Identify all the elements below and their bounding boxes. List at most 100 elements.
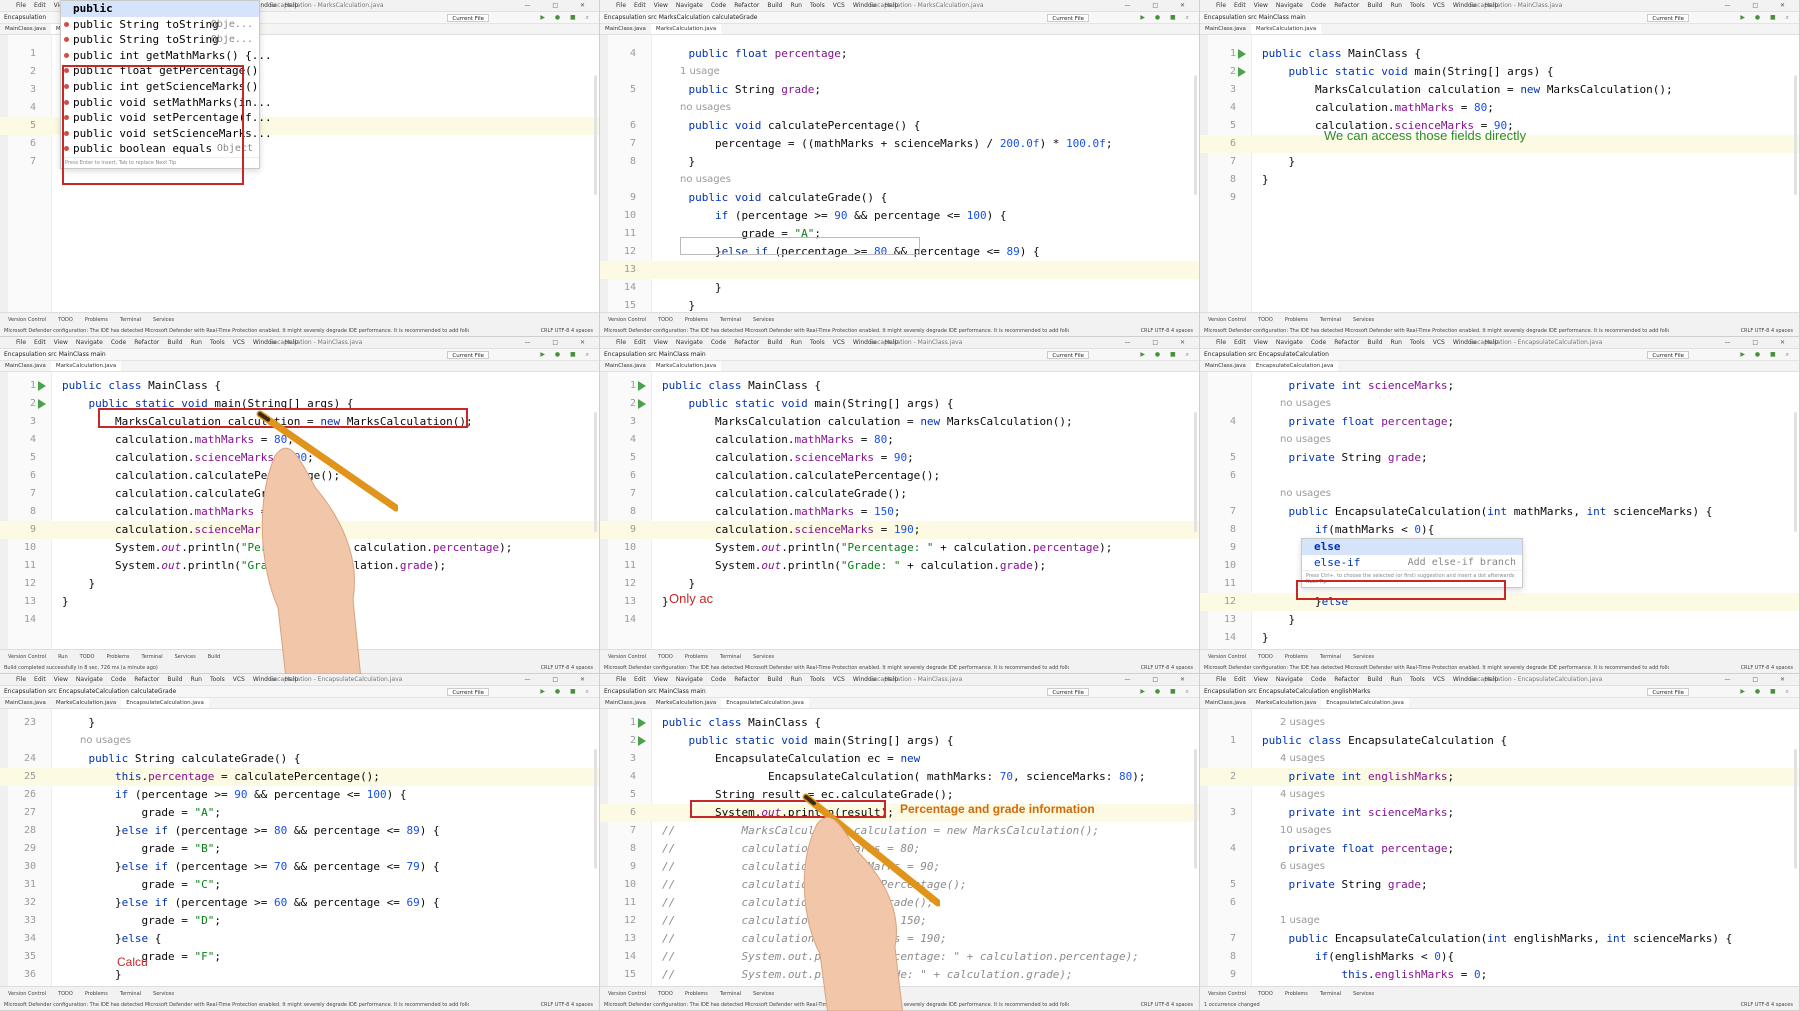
menu-item[interactable]: Build (1367, 2, 1382, 9)
run-gutter-icon[interactable] (638, 718, 646, 728)
tool-window-button[interactable]: TODO (1258, 991, 1273, 997)
editor-tab[interactable]: MarksCalculation.java (1251, 698, 1321, 708)
usage-hint[interactable]: no usages (680, 171, 731, 189)
window-controls[interactable]: — □ ✕ (1724, 337, 1795, 348)
breadcrumb[interactable]: Encapsulation src MarksCalculation calcu… (604, 12, 757, 23)
menu-item[interactable]: Edit (34, 676, 46, 683)
code-editor[interactable]: 1 public class MainClass {2 public static… (600, 372, 1199, 649)
tool-window-button[interactable]: Run (58, 654, 68, 660)
menu-item[interactable]: Navigate (676, 339, 703, 346)
tool-window-button[interactable]: Terminal (720, 654, 741, 660)
window-controls[interactable]: — □ ✕ (1124, 337, 1195, 348)
menu-item[interactable]: Navigate (676, 2, 703, 9)
menu-item[interactable]: Tools (810, 339, 825, 346)
run-configuration-select[interactable]: Current File (1647, 14, 1689, 22)
vertical-scrollbar[interactable] (594, 412, 597, 532)
run-gutter-icon[interactable] (38, 399, 46, 409)
tool-window-button[interactable]: Services (175, 654, 196, 660)
menu-item[interactable]: File (616, 2, 626, 9)
vertical-scrollbar[interactable] (1194, 412, 1197, 532)
tool-window-button[interactable]: Version Control (608, 991, 646, 997)
run-debug-icons[interactable]: ▶ ● ■ ⌕ (1140, 12, 1193, 23)
tool-window-button[interactable]: Version Control (8, 991, 46, 997)
editor-tab[interactable]: MainClass.java (600, 361, 651, 371)
menu-item[interactable]: Run (1390, 676, 1402, 683)
window-controls[interactable]: — □ ✕ (1724, 0, 1795, 11)
menu-item[interactable]: Build (1367, 339, 1382, 346)
menu-item[interactable]: Run (190, 339, 202, 346)
menu-item[interactable]: Tools (1410, 676, 1425, 683)
tool-window-button[interactable]: Version Control (1208, 654, 1246, 660)
tool-window-button[interactable]: Terminal (120, 317, 141, 323)
vertical-scrollbar[interactable] (1194, 749, 1197, 869)
tool-window-button[interactable]: Problems (106, 654, 129, 660)
tool-window-button[interactable]: Version Control (1208, 317, 1246, 323)
menu-item[interactable]: VCS (1433, 339, 1445, 346)
run-configuration-select[interactable]: Current File (1647, 688, 1689, 696)
run-gutter-icon[interactable] (1238, 67, 1246, 77)
editor-tab[interactable]: MainClass.java (1200, 24, 1251, 34)
editor-tab[interactable]: MainClass.java (0, 24, 51, 34)
run-debug-icons[interactable]: ▶ ● ■ ⌕ (1740, 686, 1793, 697)
tool-window-button[interactable]: Problems (685, 317, 708, 323)
usage-hint[interactable]: 1 usage (1280, 912, 1320, 930)
menu-item[interactable]: Build (767, 676, 782, 683)
menu-item[interactable]: Edit (634, 2, 646, 9)
tool-window-button[interactable]: TODO (658, 317, 673, 323)
usage-hint[interactable]: no usages (680, 99, 731, 117)
run-gutter-icon[interactable] (638, 381, 646, 391)
run-configuration-select[interactable]: Current File (447, 688, 489, 696)
usage-hint[interactable]: 4 usages (1280, 750, 1325, 768)
editor-tab[interactable]: EncapsulateCalculation.java (1250, 361, 1339, 371)
menu-item[interactable]: View (54, 676, 68, 683)
editor-tab[interactable]: EncapsulateCalculation.java (121, 698, 209, 708)
completion-item[interactable]: public int getMathMarks() {... (61, 48, 272, 64)
run-gutter-icon[interactable] (38, 381, 46, 391)
menu-item[interactable]: Navigate (76, 339, 103, 346)
run-gutter-icon[interactable] (638, 736, 646, 746)
completion-item[interactable]: public String toString Obje... (61, 32, 259, 48)
status-encoding[interactable]: CRLF UTF-8 4 spaces (1141, 1000, 1193, 1010)
editor-tab[interactable]: EncapsulateCalculation.java (721, 698, 809, 708)
editor-tab[interactable]: MainClass.java (1200, 361, 1251, 371)
window-controls[interactable]: — □ ✕ (1724, 674, 1795, 685)
menu-item[interactable]: Edit (1234, 339, 1246, 346)
menu-item[interactable]: Edit (34, 339, 46, 346)
run-configuration-select[interactable]: Current File (1047, 688, 1089, 696)
run-debug-icons[interactable]: ▶ ● ■ ⌕ (540, 686, 593, 697)
breadcrumb[interactable]: Encapsulation (4, 12, 46, 23)
menu-item[interactable]: Navigate (1276, 2, 1303, 9)
tool-window-button[interactable]: Problems (85, 317, 108, 323)
menu-item[interactable]: File (616, 676, 626, 683)
status-encoding[interactable]: CRLF UTF-8 4 spaces (1141, 326, 1193, 336)
menu-item[interactable]: Tools (810, 676, 825, 683)
tool-window-button[interactable]: Version Control (608, 317, 646, 323)
menu-item[interactable]: Edit (1234, 2, 1246, 9)
tool-window-button[interactable]: Problems (1285, 317, 1308, 323)
menu-item[interactable]: VCS (233, 676, 245, 683)
menu-item[interactable]: Edit (1234, 676, 1246, 683)
breadcrumb[interactable]: Encapsulation src EncapsulateCalculation (1204, 349, 1329, 360)
window-controls[interactable]: — □ ✕ (524, 674, 595, 685)
tool-window-button[interactable]: Services (753, 991, 774, 997)
status-encoding[interactable]: CRLF UTF-8 4 spaces (1741, 1000, 1793, 1010)
status-encoding[interactable]: CRLF UTF-8 4 spaces (1741, 326, 1793, 336)
tool-window-button[interactable]: Version Control (8, 654, 46, 660)
run-debug-icons[interactable]: ▶ ● ■ ⌕ (1140, 686, 1193, 697)
usage-hint[interactable]: 6 usages (1280, 858, 1325, 876)
menu-item[interactable]: Code (1311, 2, 1326, 9)
menu-item[interactable]: Code (711, 2, 726, 9)
menu-item[interactable]: Tools (810, 2, 825, 9)
code-editor[interactable]: private int scienceMarks; no usages 4 priv… (1200, 372, 1799, 661)
usage-hint[interactable]: 10 usages (1280, 822, 1331, 840)
status-encoding[interactable]: CRLF UTF-8 4 spaces (1141, 663, 1193, 673)
tool-window-button[interactable]: TODO (1258, 317, 1273, 323)
menu-item[interactable]: View (654, 2, 668, 9)
menu-item[interactable]: File (1216, 339, 1226, 346)
vertical-scrollbar[interactable] (1794, 749, 1797, 869)
editor-tab[interactable]: MarksCalculation.java (51, 698, 121, 708)
menu-item[interactable]: VCS (1433, 2, 1445, 9)
vertical-scrollbar[interactable] (594, 749, 597, 869)
menu-item[interactable]: VCS (233, 339, 245, 346)
menu-item[interactable]: Edit (634, 676, 646, 683)
